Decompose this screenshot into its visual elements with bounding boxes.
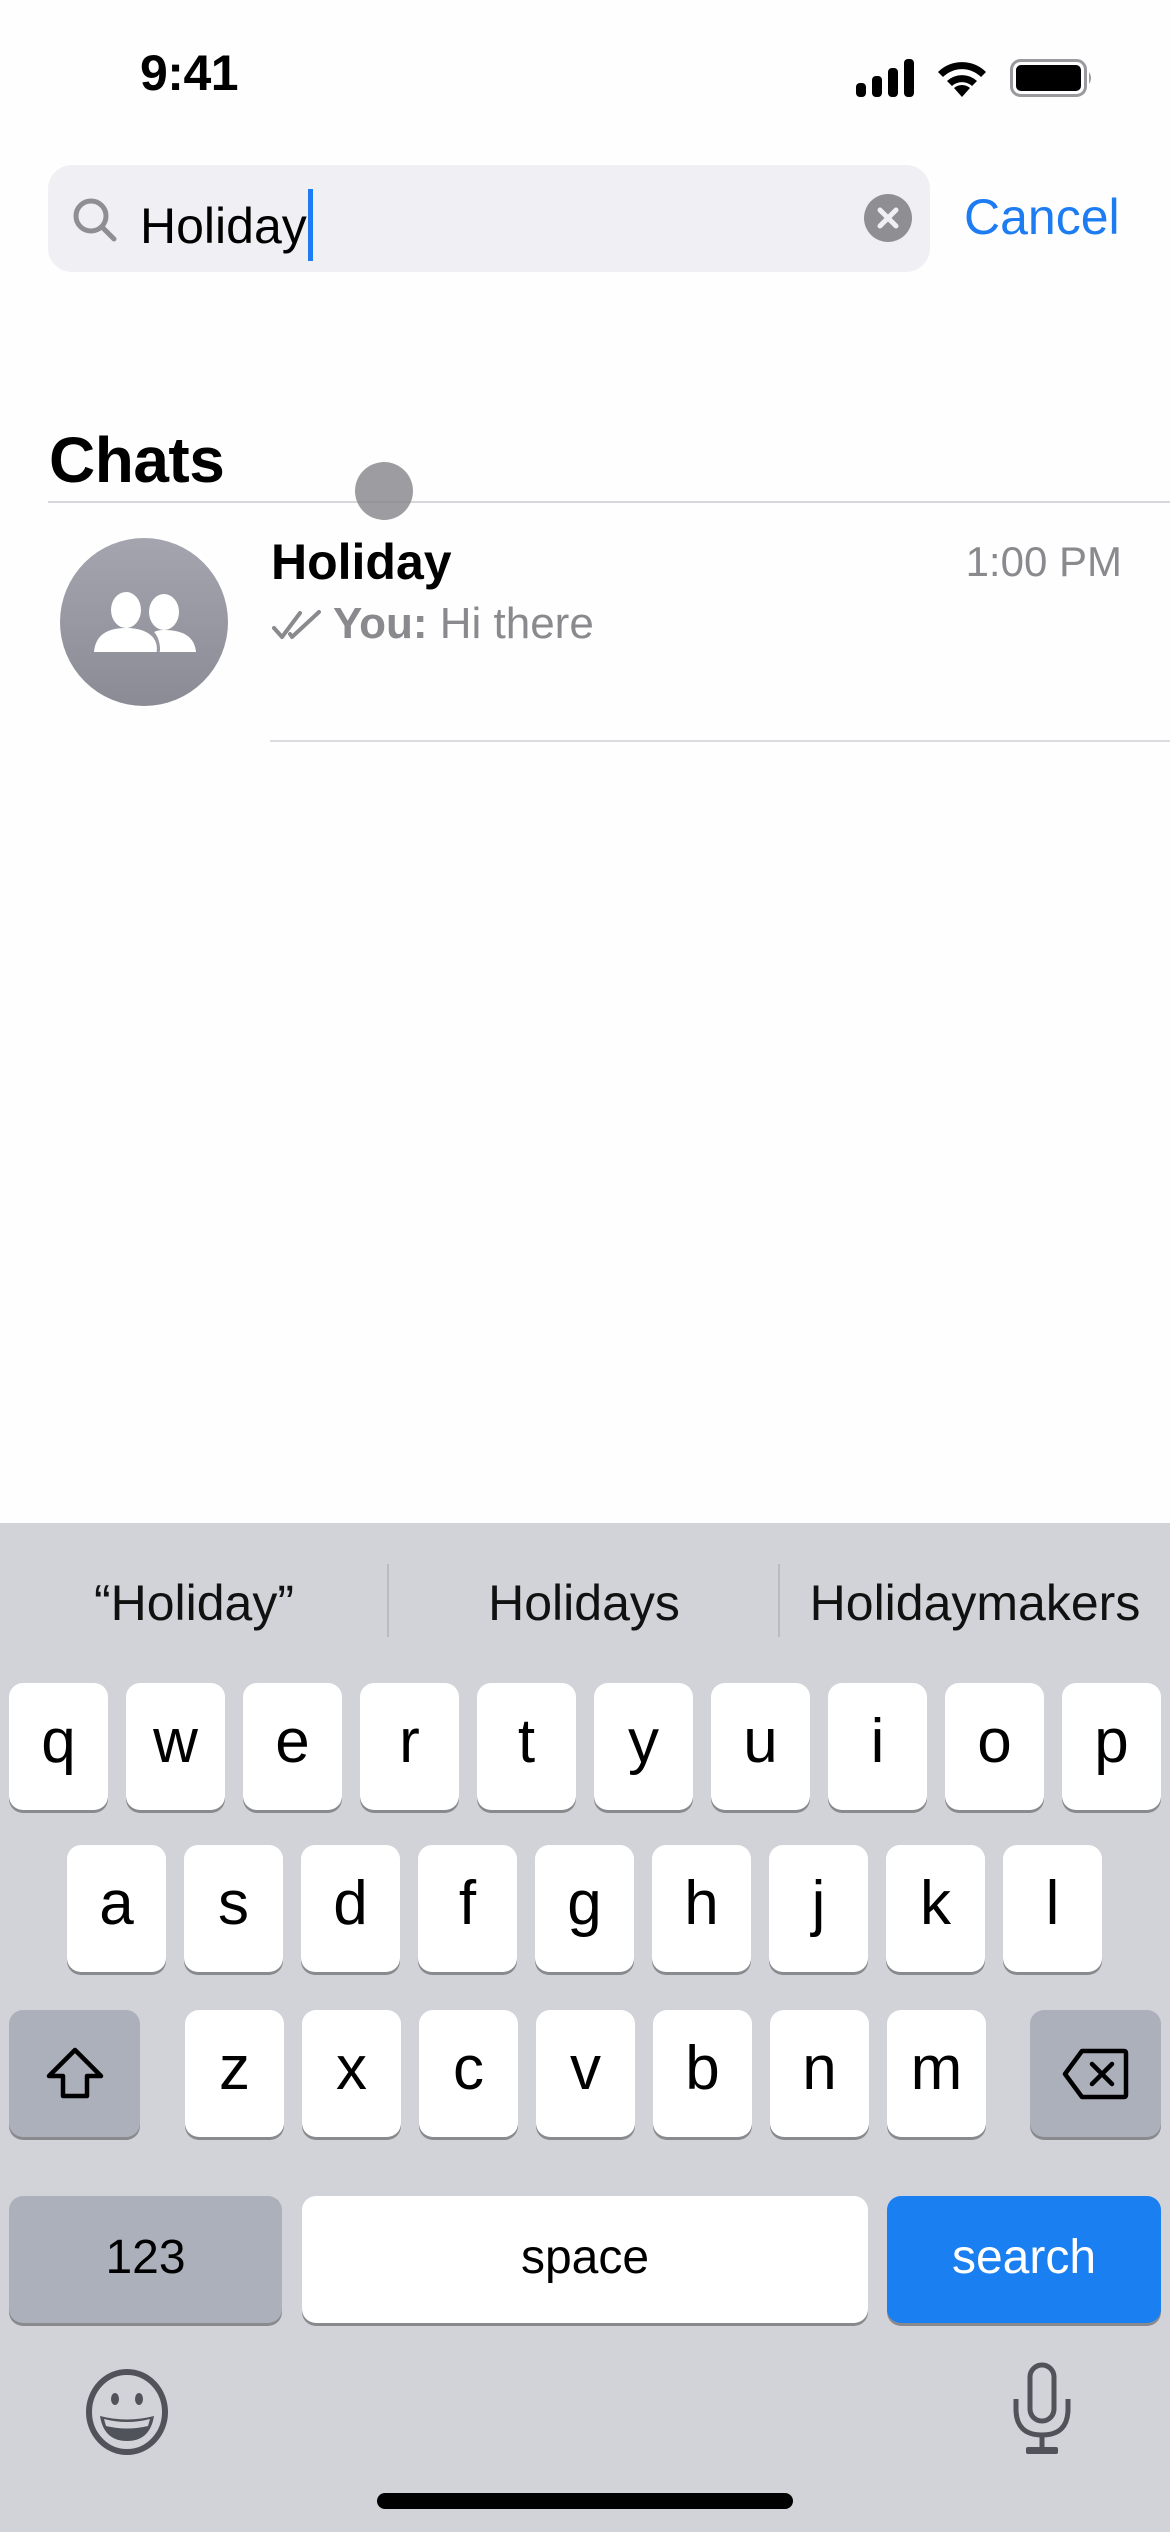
space-key[interactable]: space: [302, 2196, 868, 2323]
chat-timestamp: 1:00 PM: [965, 538, 1122, 585]
key-x[interactable]: x: [302, 2010, 401, 2137]
message-sender: You:: [333, 599, 428, 648]
key-m[interactable]: m: [887, 2010, 986, 2137]
clear-icon: [877, 207, 899, 229]
key-s[interactable]: s: [184, 1845, 283, 1972]
status-time: 9:41: [140, 45, 239, 101]
shift-icon: [46, 2047, 103, 2098]
key-c[interactable]: c: [419, 2010, 518, 2137]
text-caret: [307, 189, 313, 261]
chat-name: Holiday: [271, 534, 452, 590]
key-o[interactable]: o: [945, 1683, 1044, 1810]
wifi-icon: [938, 62, 986, 97]
chat-preview: You: Hi there: [271, 598, 594, 650]
key-a[interactable]: a: [67, 1845, 166, 1972]
key-w[interactable]: w: [126, 1683, 225, 1810]
key-k[interactable]: k: [886, 1845, 985, 1972]
search-return-key[interactable]: search: [887, 2196, 1161, 2323]
numbers-key[interactable]: 123: [9, 2196, 282, 2323]
emoji-icon[interactable]: [84, 2369, 170, 2455]
key-g[interactable]: g: [535, 1845, 634, 1972]
suggestion-2[interactable]: Holidays: [389, 1553, 779, 1653]
key-q[interactable]: q: [9, 1683, 108, 1810]
suggestion-1[interactable]: “Holiday”: [0, 1553, 388, 1653]
key-e[interactable]: e: [243, 1683, 342, 1810]
keyboard: “Holiday” Holidays Holidaymakers qwertyu…: [0, 1523, 1170, 2532]
row-divider: [270, 740, 1170, 742]
key-i[interactable]: i: [828, 1683, 927, 1810]
microphone-icon[interactable]: [1008, 2361, 1076, 2457]
key-r[interactable]: r: [360, 1683, 459, 1810]
key-p[interactable]: p: [1062, 1683, 1161, 1810]
key-b[interactable]: b: [653, 2010, 752, 2137]
message-text: Hi there: [439, 599, 594, 648]
shift-key[interactable]: [9, 2010, 140, 2137]
key-d[interactable]: d: [301, 1845, 400, 1972]
key-j[interactable]: j: [769, 1845, 868, 1972]
key-n[interactable]: n: [770, 2010, 869, 2137]
clear-search-button[interactable]: [864, 194, 912, 242]
home-indicator[interactable]: [377, 2493, 793, 2509]
key-t[interactable]: t: [477, 1683, 576, 1810]
search-field[interactable]: Holiday: [48, 165, 930, 272]
group-icon: [94, 592, 196, 653]
search-input-value: Holiday: [140, 198, 307, 254]
key-y[interactable]: y: [594, 1683, 693, 1810]
avatar: [60, 538, 228, 706]
cancel-button[interactable]: Cancel: [964, 188, 1120, 246]
search-input[interactable]: Holiday: [140, 189, 313, 261]
touch-indicator: [355, 462, 413, 520]
key-u[interactable]: u: [711, 1683, 810, 1810]
key-l[interactable]: l: [1003, 1845, 1102, 1972]
key-z[interactable]: z: [185, 2010, 284, 2137]
delete-key[interactable]: [1030, 2010, 1161, 2137]
chat-list-item[interactable]: Holiday 1:00 PM You: Hi there: [0, 503, 1170, 742]
key-h[interactable]: h: [652, 1845, 751, 1972]
search-icon: [73, 198, 117, 242]
battery-icon: [1010, 59, 1091, 97]
delete-icon: [1062, 2048, 1128, 2099]
double-check-icon: [272, 610, 321, 639]
section-title-chats: Chats: [49, 424, 225, 496]
key-v[interactable]: v: [536, 2010, 635, 2137]
cellular-signal-icon: [856, 59, 914, 97]
key-f[interactable]: f: [418, 1845, 517, 1972]
suggestion-3[interactable]: Holidaymakers: [780, 1553, 1170, 1653]
